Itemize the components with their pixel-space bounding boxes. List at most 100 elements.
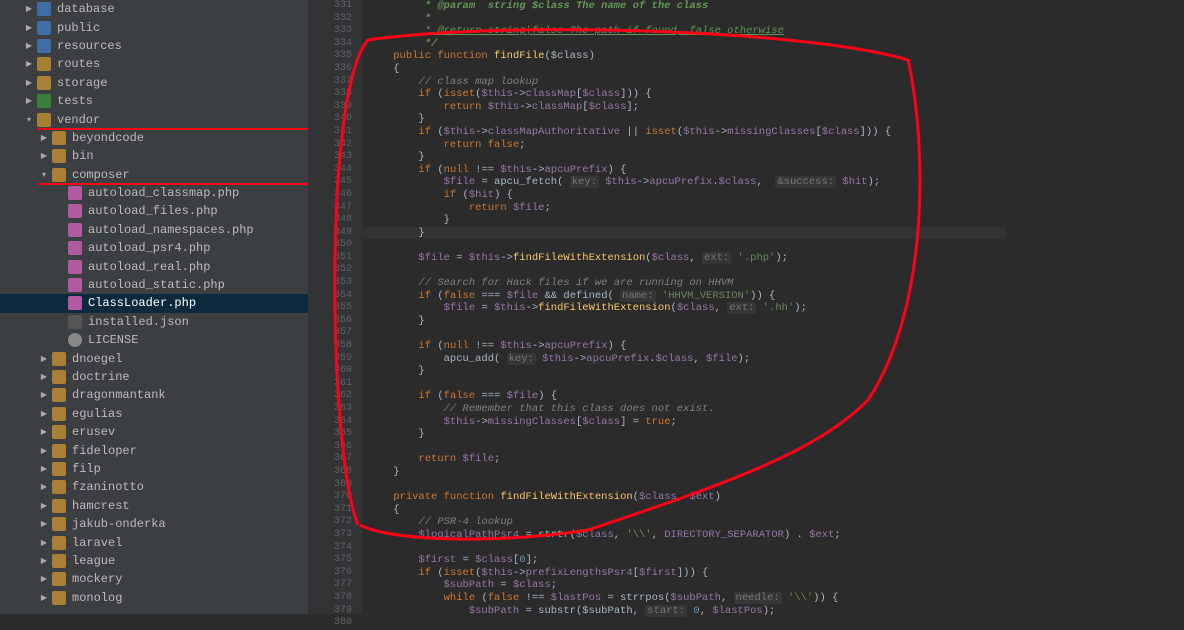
expand-arrow-icon[interactable] [56, 262, 64, 271]
php-icon [68, 186, 82, 200]
tree-row-installed-json[interactable]: installed.json [0, 313, 308, 331]
expand-arrow-icon[interactable]: ▶ [40, 538, 48, 548]
tree-row-beyondcode[interactable]: ▶ beyondcode [0, 129, 308, 147]
folder-icon [52, 554, 66, 568]
php-icon [68, 223, 82, 237]
tree-row-database[interactable]: ▶ database [0, 0, 308, 18]
tree-row-classloader-php[interactable]: ClassLoader.php [0, 294, 308, 312]
expand-arrow-icon[interactable]: ▶ [40, 427, 48, 437]
tree-row-license[interactable]: LICENSE [0, 331, 308, 349]
expand-arrow-icon[interactable] [56, 189, 64, 198]
tree-row-erusev[interactable]: ▶ erusev [0, 423, 308, 441]
tree-row-autoload-namespaces-php[interactable]: autoload_namespaces.php [0, 221, 308, 239]
tree-label: filp [72, 462, 101, 476]
tree-label: vendor [57, 113, 100, 127]
tree-row-vendor[interactable]: ▾ vendor [0, 110, 308, 128]
tree-row-storage[interactable]: ▶storage [0, 74, 308, 92]
expand-arrow-icon[interactable]: ▶ [25, 4, 33, 14]
folder-icon [52, 131, 66, 145]
expand-arrow-icon[interactable]: ▶ [40, 354, 48, 364]
expand-arrow-icon[interactable]: ▶ [25, 96, 33, 106]
tree-row-composer[interactable]: ▾ composer [0, 166, 308, 184]
tree-row-monolog[interactable]: ▶monolog [0, 589, 308, 607]
tree-label: autoload_namespaces.php [88, 223, 254, 237]
expand-arrow-icon[interactable]: ▶ [40, 519, 48, 529]
expand-arrow-icon[interactable]: ▶ [40, 501, 48, 511]
expand-arrow-icon[interactable] [56, 336, 64, 345]
folder-blue-icon [37, 2, 51, 16]
expand-arrow-icon[interactable]: ▶ [40, 574, 48, 584]
expand-arrow-icon[interactable]: ▶ [25, 59, 33, 69]
expand-arrow-icon[interactable]: ▶ [40, 593, 48, 603]
tree-row-autoload-psr4-php[interactable]: autoload_psr4.php [0, 239, 308, 257]
tree-row-laravel[interactable]: ▶laravel [0, 533, 308, 551]
tree-label: bin [72, 149, 94, 163]
code-editor[interactable]: 331 332 333 334 335 336 337 338 339 340 … [308, 0, 1006, 614]
expand-arrow-icon[interactable] [56, 281, 64, 290]
expand-arrow-icon[interactable]: ▶ [40, 482, 48, 492]
tree-label: routes [57, 57, 100, 71]
tree-label: database [57, 2, 115, 16]
tree-row-doctrine[interactable]: ▶doctrine [0, 368, 308, 386]
tree-row-tests[interactable]: ▶ tests [0, 92, 308, 110]
expand-arrow-icon[interactable]: ▶ [40, 556, 48, 566]
tree-row-autoload-static-php[interactable]: autoload_static.php [0, 276, 308, 294]
folder-icon [52, 572, 66, 586]
folder-icon [52, 444, 66, 458]
tree-row-hamcrest[interactable]: ▶hamcrest [0, 497, 308, 515]
expand-arrow-icon[interactable]: ▶ [40, 409, 48, 419]
tree-label: ClassLoader.php [88, 296, 196, 310]
tree-row-dnoegel[interactable]: ▶ dnoegel [0, 349, 308, 367]
expand-arrow-icon[interactable] [56, 317, 64, 326]
tree-row-autoload-classmap-php[interactable]: autoload_classmap.php [0, 184, 308, 202]
tree-row-fideloper[interactable]: ▶ fideloper [0, 441, 308, 459]
folder-icon [52, 536, 66, 550]
tree-row-autoload-real-php[interactable]: autoload_real.php [0, 257, 308, 275]
tree-label: beyondcode [72, 131, 144, 145]
folder-icon [52, 407, 66, 421]
tree-label: fzaninotto [72, 480, 144, 494]
tree-label: fideloper [72, 444, 137, 458]
expand-arrow-icon[interactable]: ▶ [25, 78, 33, 88]
expand-arrow-icon[interactable]: ▶ [40, 464, 48, 474]
tree-row-public[interactable]: ▶public [0, 18, 308, 36]
tree-label: composer [72, 168, 130, 182]
tree-row-mockery[interactable]: ▶mockery [0, 570, 308, 588]
expand-arrow-icon[interactable]: ▶ [40, 372, 48, 382]
expand-arrow-icon[interactable]: ▶ [25, 23, 33, 33]
tree-label: dnoegel [72, 352, 122, 366]
tree-label: dragonmantank [72, 388, 166, 402]
tree-label: erusev [72, 425, 115, 439]
expand-arrow-icon[interactable]: ▶ [40, 390, 48, 400]
folder-blue-icon [37, 39, 51, 53]
tree-row-league[interactable]: ▶ league [0, 552, 308, 570]
tree-row-egulias[interactable]: ▶egulias [0, 405, 308, 423]
expand-arrow-icon[interactable]: ▶ [25, 41, 33, 51]
expand-arrow-icon[interactable]: ▶ [40, 151, 48, 161]
expand-arrow-icon[interactable] [56, 299, 64, 308]
tree-row-resources[interactable]: ▶resources [0, 37, 308, 55]
expand-arrow-icon[interactable] [56, 207, 64, 216]
tree-row-fzaninotto[interactable]: ▶ fzaninotto [0, 478, 308, 496]
tree-label: league [72, 554, 115, 568]
project-tree[interactable]: ▶database▶public▶resources▶routes▶storag… [0, 0, 308, 614]
tree-label: installed.json [88, 315, 189, 329]
tree-row-dragonmantank[interactable]: ▶ dragonmantank [0, 386, 308, 404]
tree-label: autoload_psr4.php [88, 241, 210, 255]
expand-arrow-icon[interactable]: ▾ [40, 170, 48, 180]
expand-arrow-icon[interactable] [56, 244, 64, 253]
tree-row-bin[interactable]: ▶ bin [0, 147, 308, 165]
expand-arrow-icon[interactable]: ▾ [25, 115, 33, 125]
tree-label: tests [57, 94, 93, 108]
expand-arrow-icon[interactable] [56, 225, 64, 234]
expand-arrow-icon[interactable]: ▶ [40, 446, 48, 456]
tree-label: autoload_static.php [88, 278, 225, 292]
tree-row-filp[interactable]: ▶ filp [0, 460, 308, 478]
json-icon [68, 315, 82, 329]
tree-row-jakub-onderka[interactable]: ▶jakub-onderka [0, 515, 308, 533]
tree-label: autoload_files.php [88, 204, 218, 218]
code-area[interactable]: * @param string $class The name of the c… [362, 0, 1006, 614]
tree-row-autoload-files-php[interactable]: autoload_files.php [0, 202, 308, 220]
expand-arrow-icon[interactable]: ▶ [40, 133, 48, 143]
tree-row-routes[interactable]: ▶ routes [0, 55, 308, 73]
